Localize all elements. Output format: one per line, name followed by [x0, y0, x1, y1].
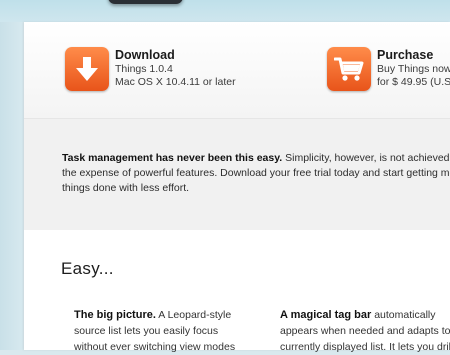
feature-line-1: A magical tag bar automatically: [280, 307, 450, 323]
tagline-line-2: the expense of powerful features. Downlo…: [62, 167, 450, 179]
download-requirements: Mac OS X 10.4.11 or later: [115, 76, 236, 88]
purchase-cta: Buy Things now: [377, 63, 450, 75]
download-arrow-icon[interactable]: [65, 47, 109, 91]
tagline-paragraph: Task management has never been this easy…: [62, 151, 450, 196]
feature-title: A magical tag bar: [280, 309, 372, 321]
feature-line-1-rest: automatically: [371, 309, 436, 321]
feature-line-2: appears when needed and adapts to the: [280, 325, 450, 337]
feature-line-1: The big picture. A Leopard-style: [74, 307, 235, 323]
feature-line-3: without ever switching view modes: [74, 341, 236, 353]
feature-title: The big picture.: [74, 309, 156, 321]
purchase-link[interactable]: Purchase: [377, 48, 433, 62]
tagline-line-1: Task management has never been this easy…: [62, 151, 450, 166]
section-heading-easy: Easy...: [61, 259, 114, 278]
feature-line-3: currently displayed list. It lets you dr…: [280, 341, 450, 353]
left-gutter: [0, 0, 23, 350]
feature-line-2: source list lets you easily focus: [74, 325, 219, 337]
tagline-line-3: things done with less effort.: [62, 182, 190, 194]
product-screenshot-edge: [108, 0, 183, 4]
feature-tag-bar: A magical tag bar automatically appears …: [280, 307, 450, 355]
feature-line-1-rest: A Leopard-style: [155, 309, 232, 321]
feature-big-picture: The big picture. A Leopard-style source …: [74, 307, 235, 355]
top-banner-strip: [0, 0, 450, 22]
shopping-cart-icon[interactable]: [327, 47, 371, 91]
download-link[interactable]: Download: [115, 48, 175, 62]
tagline-line-1-rest: Simplicity, however, is not achieved: [282, 152, 450, 164]
purchase-price: for $ 49.95 (U.S.: [377, 76, 450, 88]
download-version: Things 1.0.4: [115, 63, 173, 75]
tagline-lead: Task management has never been this easy…: [62, 152, 283, 164]
